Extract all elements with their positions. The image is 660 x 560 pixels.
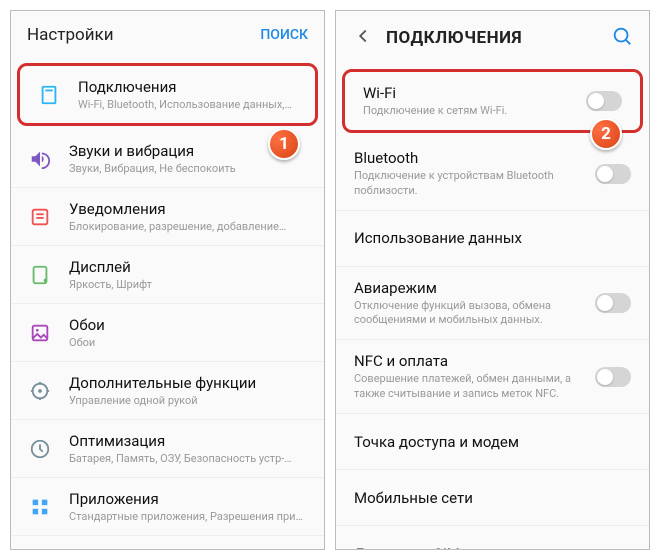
optimize-icon [27, 436, 53, 462]
toggle-switch[interactable] [595, 293, 631, 313]
item-title: Использование данных [354, 229, 631, 247]
item-title: Приложения [69, 490, 308, 508]
item-title: Дополнительные функции [69, 374, 308, 392]
item-title: Точка доступа и модем [354, 433, 631, 451]
item-subtitle: Подключение к сетям Wi-Fi. [363, 104, 578, 118]
connections-item[interactable]: Мобильные сети [336, 470, 649, 526]
connections-item[interactable]: Авиарежим Отключение функций вызова, обме… [336, 267, 649, 341]
item-title: Диспетчер SIM-карт [354, 545, 631, 549]
connections-header: ПОДКЛЮЧЕНИЯ [336, 11, 649, 65]
search-link[interactable]: ПОИСК [260, 27, 308, 43]
settings-list: Подключения Wi-Fi, Bluetooth, Использован… [11, 59, 324, 549]
settings-item-sound[interactable]: Звуки и вибрация Звуки, Вибрация, Не бесп… [11, 130, 324, 188]
connections-item[interactable]: NFC и оплата Совершение платежей, обмен д… [336, 340, 649, 414]
item-title: Оптимизация [69, 432, 308, 450]
settings-title: Настройки [27, 25, 114, 45]
display-icon [27, 262, 53, 288]
item-subtitle: Подключение к устройствам Bluetooth побл… [354, 169, 587, 198]
item-title: Звуки и вибрация [69, 142, 308, 160]
settings-item-notifications[interactable]: Уведомления Блокирование, разрешение, доб… [11, 188, 324, 246]
settings-header: Настройки ПОИСК [11, 11, 324, 59]
wallpaper-icon [27, 320, 53, 346]
connections-icon [36, 82, 62, 108]
connections-item[interactable]: Точка доступа и модем [336, 414, 649, 470]
connections-item[interactable]: Bluetooth Подключение к устройствам Bluet… [336, 137, 649, 211]
settings-item-display[interactable]: Дисплей Яркость, Шрифт [11, 246, 324, 304]
item-subtitle: Звуки, Вибрация, Не беспокоить [69, 162, 308, 175]
item-title: Дисплей [69, 258, 308, 276]
settings-item-apps[interactable]: Приложения Стандартные приложения, Разреш… [11, 478, 324, 536]
search-icon[interactable] [611, 25, 633, 51]
settings-item-optimize[interactable]: Оптимизация Батарея, Память, ОЗУ, Безопас… [11, 420, 324, 478]
item-title: Обои [69, 316, 308, 334]
item-title: NFC и оплата [354, 352, 587, 370]
item-title: Wi-Fi [363, 84, 578, 102]
settings-screen: Настройки ПОИСК Подключения Wi-Fi, Blueto… [10, 10, 325, 550]
item-title: Авиарежим [354, 279, 587, 297]
connections-item[interactable]: Wi-Fi Подключение к сетям Wi-Fi. [342, 69, 643, 133]
settings-item-connections[interactable]: Подключения Wi-Fi, Bluetooth, Использован… [17, 63, 318, 126]
back-icon[interactable] [352, 25, 374, 51]
toggle-switch[interactable] [595, 164, 631, 184]
sound-icon [27, 146, 53, 172]
item-title: Мобильные сети [354, 489, 631, 507]
item-subtitle: Блокирование, разрешение, добавление… [69, 220, 308, 233]
notifications-icon [27, 204, 53, 230]
connections-screen: ПОДКЛЮЧЕНИЯ Wi-Fi Подключение к сетям Wi-… [335, 10, 650, 550]
toggle-switch[interactable] [586, 91, 622, 111]
item-subtitle: Управление одной рукой [69, 394, 308, 407]
item-subtitle: Стандартные приложения, Разрешения прил… [69, 510, 308, 523]
item-subtitle: Яркость, Шрифт [69, 278, 308, 291]
item-title: Уведомления [69, 200, 308, 218]
item-subtitle: Батарея, Память, ОЗУ, Безопасность устр-… [69, 452, 308, 465]
advanced-icon [27, 378, 53, 404]
connections-title: ПОДКЛЮЧЕНИЯ [386, 28, 522, 48]
item-subtitle: Отключение функций вызова, обмена сообще… [354, 299, 587, 328]
settings-item-advanced[interactable]: Дополнительные функции Управление одной р… [11, 362, 324, 420]
item-title: Bluetooth [354, 149, 587, 167]
item-subtitle: Обои [69, 336, 308, 349]
settings-item-lock[interactable]: Экран блокировки и защита [11, 536, 324, 549]
item-subtitle: Совершение платежей, обмен данными, а та… [354, 372, 587, 401]
item-title: Подключения [78, 78, 299, 96]
item-subtitle: Wi-Fi, Bluetooth, Использование данных,… [78, 98, 299, 111]
connections-item[interactable]: Использование данных [336, 211, 649, 267]
toggle-switch[interactable] [595, 367, 631, 387]
settings-item-wallpaper[interactable]: Обои Обои [11, 304, 324, 362]
apps-icon [27, 494, 53, 520]
connections-item[interactable]: Диспетчер SIM-карт [336, 526, 649, 549]
connections-list: Wi-Fi Подключение к сетям Wi-Fi. Bluetooth… [336, 65, 649, 549]
